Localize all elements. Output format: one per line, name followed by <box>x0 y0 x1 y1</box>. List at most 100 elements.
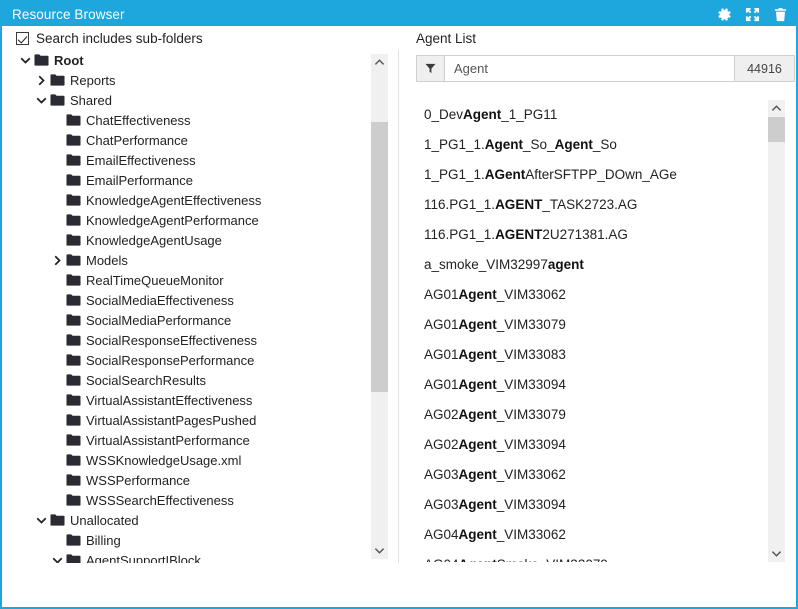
tree-node[interactable]: SocialResponsePerformance <box>4 350 364 370</box>
agent-list-item[interactable]: AG03Agent_VIM33062 <box>416 460 768 490</box>
agent-name-text: _VIM33062 <box>496 467 566 482</box>
expand-icon[interactable] <box>745 7 760 22</box>
tree-node[interactable]: KnowledgeAgentUsage <box>4 230 364 250</box>
tree-node[interactable]: WSSKnowledgeUsage.xml <box>4 450 364 470</box>
chevron-down-icon[interactable] <box>50 553 64 563</box>
tree-node[interactable]: Root <box>4 50 364 70</box>
funnel-icon[interactable] <box>417 56 445 81</box>
agent-name-match: Agent <box>458 317 497 332</box>
chevron-down-icon[interactable] <box>34 513 48 527</box>
agent-list-scroll-down-arrow[interactable] <box>768 545 785 562</box>
agent-list-item[interactable]: 116.PG1_1.AGENT2U271381.AG <box>416 220 768 250</box>
agent-list-item[interactable]: AG01Agent_VIM33062 <box>416 280 768 310</box>
agent-list-items[interactable]: 0_DevAgent_1_PG11 1_PG1_1.Agent_So_Agent_… <box>416 100 768 562</box>
tree-scroll-up-arrow[interactable] <box>371 54 388 71</box>
agent-list-item[interactable]: 1_PG1_1.AGentAfterSFTPP_DOwn_AGe <box>416 160 768 190</box>
agent-name-match: AGent <box>484 167 526 182</box>
agent-name-text: AG01 <box>424 317 459 332</box>
agent-name-match: Agent <box>458 527 497 542</box>
tree-node[interactable]: EmailEffectiveness <box>4 150 364 170</box>
tree-node[interactable]: KnowledgeAgentEffectiveness <box>4 190 364 210</box>
agent-list-item[interactable]: 0_DevAgent_1_PG11 <box>416 100 768 130</box>
chevron-down-icon[interactable] <box>18 53 32 67</box>
agent-list-scroll-up-arrow[interactable] <box>768 100 785 117</box>
tree-node[interactable]: VirtualAssistantPerformance <box>4 430 364 450</box>
tree-node[interactable]: SocialMediaEffectiveness <box>4 290 364 310</box>
tree-node-label: EmailPerformance <box>86 172 193 188</box>
folder-icon <box>66 394 81 406</box>
chevron-right-icon[interactable] <box>50 253 64 267</box>
tree-node[interactable]: Unallocated <box>4 510 364 530</box>
tree-node[interactable]: VirtualAssistantEffectiveness <box>4 390 364 410</box>
search-subfolders-checkbox[interactable] <box>16 31 29 45</box>
folder-icon <box>66 554 81 563</box>
agent-list-item[interactable]: AG03Agent_VIM33094 <box>416 490 768 520</box>
chevron-placeholder-icon <box>50 313 64 327</box>
agent-list-item[interactable]: AG01Agent_VIM33079 <box>416 310 768 340</box>
tree-node[interactable]: Reports <box>4 70 364 90</box>
agent-list-item[interactable]: AG01Agent_VIM33094 <box>416 370 768 400</box>
agent-filter-input[interactable]: Agent <box>445 56 734 81</box>
chevron-right-icon[interactable] <box>34 73 48 87</box>
chevron-placeholder-icon <box>50 213 64 227</box>
agent-list-item[interactable]: AG01Agent_VIM33083 <box>416 340 768 370</box>
tree-node[interactable]: RealTimeQueueMonitor <box>4 270 364 290</box>
agent-name-text: _VIM33062 <box>496 527 566 542</box>
tree-node-label: VirtualAssistantPerformance <box>86 432 250 448</box>
agent-name-text: _So_ <box>523 137 555 152</box>
agent-name-text: 0_Dev <box>424 107 464 122</box>
tree-node[interactable]: SocialSearchResults <box>4 370 364 390</box>
agent-list-item[interactable]: AG04AgentSmoke_VIM33079 <box>416 550 768 562</box>
folder-tree-panel: Root Reports Shared ChatEffectiveness ChatPe… <box>4 50 388 563</box>
agent-name-match: Agent <box>458 287 497 302</box>
tree-node-label: Root <box>54 52 84 68</box>
tree-node[interactable]: ChatEffectiveness <box>4 110 364 130</box>
agent-list-item[interactable]: AG02Agent_VIM33079 <box>416 400 768 430</box>
tree-node[interactable]: WSSSearchEffectiveness <box>4 490 364 510</box>
agent-list-item[interactable]: AG04Agent_VIM33062 <box>416 520 768 550</box>
agent-list-item[interactable]: 1_PG1_1.Agent_So_Agent_So <box>416 130 768 160</box>
tree-node[interactable]: Shared <box>4 90 364 110</box>
chevron-placeholder-icon <box>50 273 64 287</box>
tree-node[interactable]: Models <box>4 250 364 270</box>
agent-name-text: AG04 <box>424 527 459 542</box>
agent-name-match: Agent <box>458 497 497 512</box>
tree-node[interactable]: ChatPerformance <box>4 130 364 150</box>
folder-icon <box>50 514 65 526</box>
agent-name-match: Agent <box>463 107 502 122</box>
tree-node-label: KnowledgeAgentPerformance <box>86 212 259 228</box>
agent-list-item[interactable]: AG02Agent_VIM33094 <box>416 430 768 460</box>
agent-name-text: 116.PG1_1. <box>424 197 496 212</box>
tree-node[interactable]: VirtualAssistantPagesPushed <box>4 410 364 430</box>
delete-icon[interactable] <box>773 7 788 22</box>
tree-node[interactable]: KnowledgeAgentPerformance <box>4 210 364 230</box>
settings-icon[interactable] <box>717 7 732 22</box>
tree-scrollbar-thumb[interactable] <box>371 122 388 392</box>
folder-icon <box>66 534 81 546</box>
tree-node[interactable]: EmailPerformance <box>4 170 364 190</box>
agent-list-scrollbar[interactable] <box>768 100 785 562</box>
agent-name-text: 1_PG1_1. <box>424 137 485 152</box>
agent-filter-count: 44916 <box>734 56 794 81</box>
agent-name-text: _VIM33083 <box>496 347 566 362</box>
tree-node[interactable]: WSSPerformance <box>4 470 364 490</box>
agent-name-text: 116.PG1_1. <box>424 227 496 242</box>
agent-list-scrollbar-thumb[interactable] <box>768 117 785 142</box>
tree-scroll-down-arrow[interactable] <box>371 542 388 559</box>
tree-node[interactable]: SocialResponseEffectiveness <box>4 330 364 350</box>
agent-name-text: AG01 <box>424 377 459 392</box>
tree-node[interactable]: Billing <box>4 530 364 550</box>
folder-tree[interactable]: Root Reports Shared ChatEffectiveness ChatPe… <box>4 50 364 563</box>
tree-node-label: SocialSearchResults <box>86 372 206 388</box>
tree-node[interactable]: AgentSupportIBlock <box>4 550 364 563</box>
chevron-placeholder-icon <box>50 153 64 167</box>
folder-icon <box>50 94 65 106</box>
chevron-placeholder-icon <box>50 433 64 447</box>
tree-scrollbar[interactable] <box>371 54 388 559</box>
tree-node[interactable]: SocialMediaPerformance <box>4 310 364 330</box>
agent-list-item[interactable]: 116.PG1_1.AGENT_TASK2723.AG <box>416 190 768 220</box>
agent-list-item[interactable]: a_smoke_VIM32997agent <box>416 250 768 280</box>
tree-node-label: AgentSupportIBlock <box>86 552 201 564</box>
agent-name-text: _1_PG11 <box>501 107 558 122</box>
chevron-down-icon[interactable] <box>34 93 48 107</box>
